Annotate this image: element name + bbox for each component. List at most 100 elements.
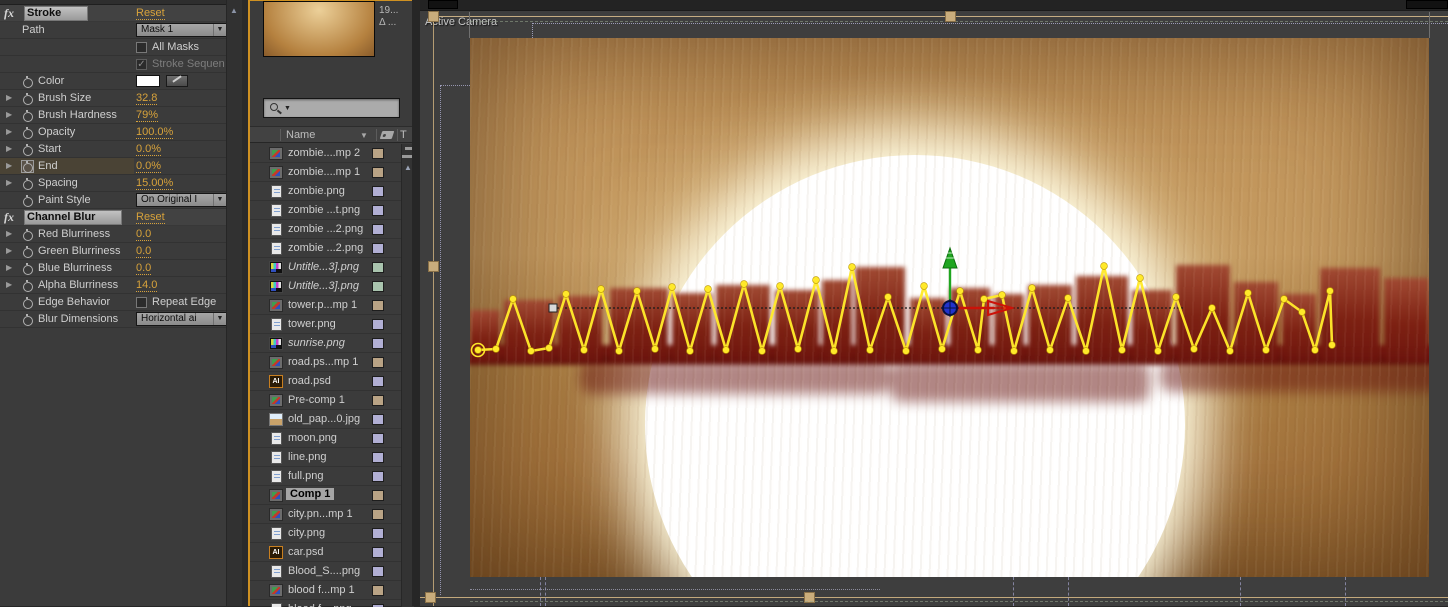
list-item[interactable]: old_pap...0.jpg <box>250 410 401 429</box>
stopwatch-icon[interactable] <box>22 195 33 207</box>
label-color-swatch[interactable] <box>372 300 384 311</box>
list-item[interactable]: city.pn...mp 1 <box>250 505 401 524</box>
list-item[interactable]: road.ps...mp 1 <box>250 353 401 372</box>
list-item[interactable]: Blood_S....png <box>250 562 401 581</box>
column-type[interactable]: T <box>400 129 407 141</box>
stopwatch-icon[interactable] <box>21 160 34 173</box>
property-value[interactable]: 0.0% <box>136 160 162 173</box>
disclosure-triangle-icon[interactable]: ▶ <box>6 280 12 289</box>
list-item[interactable]: AI car.psd <box>250 543 401 562</box>
search-options-chevron-icon[interactable]: ▼ <box>284 105 291 112</box>
list-item[interactable]: tower.png <box>250 315 401 334</box>
list-item[interactable]: Comp 1 <box>250 486 401 505</box>
list-item[interactable]: blood f...mp 1 <box>250 581 401 600</box>
list-item[interactable]: zombie....mp 1 <box>250 163 401 182</box>
list-item[interactable]: sunrise.png <box>250 334 401 353</box>
label-color-swatch[interactable] <box>372 452 384 463</box>
label-color-swatch[interactable] <box>372 205 384 216</box>
label-color-swatch[interactable] <box>372 471 384 482</box>
disclosure-triangle-icon[interactable]: ▶ <box>6 144 12 153</box>
effect-reset-link[interactable]: Reset <box>136 211 165 224</box>
label-color-swatch[interactable] <box>372 186 384 197</box>
composition-frame[interactable] <box>470 38 1429 577</box>
label-color-swatch[interactable] <box>372 414 384 425</box>
list-item[interactable]: zombie ...2.png <box>250 239 401 258</box>
label-color-swatch[interactable] <box>372 262 384 273</box>
wireframe-handle[interactable] <box>804 592 815 603</box>
sort-chevron-icon[interactable]: ▼ <box>360 131 368 140</box>
label-color-swatch[interactable] <box>372 585 384 596</box>
label-color-swatch[interactable] <box>372 167 384 178</box>
effect-controls-scrollbar[interactable]: ▲ <box>226 0 242 606</box>
property-dropdown[interactable]: Mask 1 ▼ <box>136 23 228 37</box>
list-item[interactable]: AI road.psd <box>250 372 401 391</box>
stopwatch-icon[interactable] <box>22 280 33 292</box>
property-value[interactable]: 100.0% <box>136 126 174 139</box>
project-search-input[interactable]: ▼ <box>263 98 400 118</box>
property-value[interactable]: 32.8 <box>136 92 158 105</box>
label-color-swatch[interactable] <box>372 319 384 330</box>
effect-name[interactable]: Stroke <box>24 6 89 21</box>
stopwatch-icon[interactable] <box>22 127 33 139</box>
label-color-swatch[interactable] <box>372 509 384 520</box>
stopwatch-icon[interactable] <box>22 110 33 122</box>
label-color-swatch[interactable] <box>372 357 384 368</box>
property-value[interactable]: 14.0 <box>136 279 158 292</box>
stopwatch-icon[interactable] <box>22 297 33 309</box>
label-color-swatch[interactable] <box>372 433 384 444</box>
property-value[interactable]: 0.0% <box>136 143 162 156</box>
list-item[interactable]: Untitle...3].png <box>250 277 401 296</box>
column-name[interactable]: Name <box>286 129 315 141</box>
label-color-swatch[interactable] <box>372 547 384 558</box>
disclosure-triangle-icon[interactable]: ▶ <box>6 246 12 255</box>
list-item[interactable]: city.png <box>250 524 401 543</box>
disclosure-triangle-icon[interactable]: ▶ <box>6 110 12 119</box>
effect-reset-link[interactable]: Reset <box>136 7 165 20</box>
label-color-swatch[interactable] <box>372 376 384 387</box>
property-dropdown[interactable]: On Original I ▼ <box>136 193 228 207</box>
property-value[interactable]: 0.0 <box>136 228 152 241</box>
list-item[interactable]: Pre-comp 1 <box>250 391 401 410</box>
list-item[interactable]: full.png <box>250 467 401 486</box>
label-color-swatch[interactable] <box>372 338 384 349</box>
label-color-swatch[interactable] <box>372 395 384 406</box>
list-item[interactable]: zombie.png <box>250 182 401 201</box>
property-checkbox[interactable] <box>136 42 147 53</box>
wireframe-handle[interactable] <box>945 11 956 22</box>
composition-viewer[interactable]: Active Camera <box>420 0 1448 606</box>
property-checkbox[interactable] <box>136 297 147 308</box>
label-color-column-icon[interactable] <box>379 131 395 139</box>
eyedropper-icon[interactable] <box>166 75 188 87</box>
disclosure-triangle-icon[interactable]: ▶ <box>6 229 12 238</box>
list-item[interactable]: zombie....mp 2 <box>250 144 401 163</box>
label-color-swatch[interactable] <box>372 490 384 501</box>
stopwatch-icon[interactable] <box>22 178 33 190</box>
disclosure-triangle-icon[interactable]: ▶ <box>6 93 12 102</box>
disclosure-triangle-icon[interactable]: ▶ <box>6 127 12 136</box>
color-swatch[interactable] <box>136 75 160 87</box>
list-item[interactable]: Untitle...3].png <box>250 258 401 277</box>
list-item[interactable]: tower.p...mp 1 <box>250 296 401 315</box>
label-color-swatch[interactable] <box>372 566 384 577</box>
chevron-down-icon[interactable]: ▼ <box>213 194 226 206</box>
property-value[interactable]: 79% <box>136 109 159 122</box>
label-color-swatch[interactable] <box>372 148 384 159</box>
property-value[interactable]: 0.0 <box>136 245 152 258</box>
stopwatch-icon[interactable] <box>22 263 33 275</box>
list-item[interactable]: zombie ...2.png <box>250 220 401 239</box>
property-value[interactable]: 15.00% <box>136 177 174 190</box>
wireframe-handle[interactable] <box>428 261 439 272</box>
stopwatch-icon[interactable] <box>22 314 33 326</box>
list-item[interactable]: moon.png <box>250 429 401 448</box>
label-color-swatch[interactable] <box>372 243 384 254</box>
list-item[interactable]: line.png <box>250 448 401 467</box>
list-item[interactable]: zombie ...t.png <box>250 201 401 220</box>
stopwatch-icon[interactable] <box>22 246 33 258</box>
scroll-up-icon[interactable]: ▲ <box>230 6 238 15</box>
stopwatch-icon[interactable] <box>22 76 33 88</box>
wireframe-handle[interactable] <box>428 11 439 22</box>
stopwatch-icon[interactable] <box>22 229 33 241</box>
property-dropdown[interactable]: Horizontal ai ▼ <box>136 312 228 326</box>
property-value[interactable]: 0.0 <box>136 262 152 275</box>
disclosure-triangle-icon[interactable]: ▶ <box>6 178 12 187</box>
